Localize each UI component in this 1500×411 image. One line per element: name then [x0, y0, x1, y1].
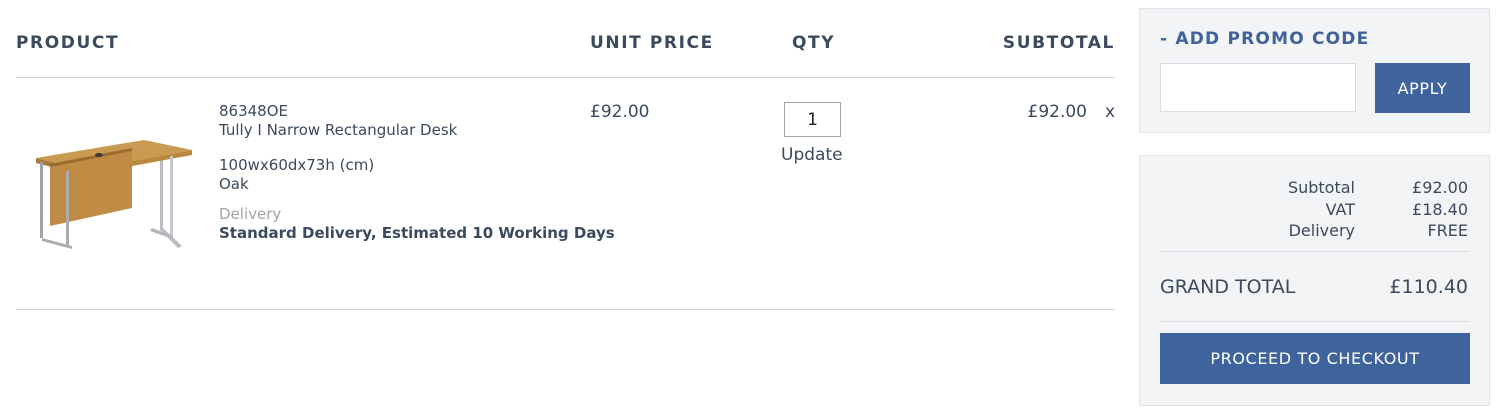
- totals-divider: [1160, 251, 1470, 252]
- vat-label: VAT: [1325, 200, 1355, 219]
- proceed-to-checkout-button[interactable]: PROCEED TO CHECKOUT: [1160, 333, 1470, 384]
- grand-total-value: £110.40: [1389, 276, 1468, 298]
- quantity-input[interactable]: [784, 102, 841, 137]
- cart-item-row: 86348OE Tully I Narrow Rectangular Desk …: [16, 78, 1115, 310]
- grand-total-label: GRAND TOTAL: [1160, 276, 1296, 298]
- delivery-text: Standard Delivery, Estimated 10 Working …: [219, 224, 615, 242]
- unit-price: £92.00: [590, 102, 650, 122]
- promo-code-panel: - ADD PROMO CODE APPLY: [1139, 8, 1490, 133]
- totals-divider: [1160, 321, 1470, 322]
- product-name[interactable]: Tully I Narrow Rectangular Desk: [219, 121, 615, 140]
- item-subtotal: £92.00: [1027, 102, 1087, 122]
- delivery-cost-value: FREE: [1427, 221, 1468, 240]
- apply-promo-button[interactable]: APPLY: [1375, 63, 1470, 113]
- column-header-product: PRODUCT: [16, 33, 120, 53]
- cart-table-header: PRODUCT UNIT PRICE QTY SUBTOTAL: [16, 0, 1115, 78]
- column-header-unit-price: UNIT PRICE: [590, 33, 714, 53]
- product-sku: 86348OE: [219, 102, 289, 120]
- vat-value: £18.40: [1412, 200, 1468, 219]
- promo-code-toggle[interactable]: - ADD PROMO CODE: [1160, 29, 1369, 49]
- promo-code-input[interactable]: [1160, 63, 1356, 112]
- delivery-label: Delivery: [219, 205, 282, 223]
- column-header-subtotal: SUBTOTAL: [1002, 33, 1115, 53]
- remove-item-button[interactable]: x: [1105, 102, 1115, 122]
- subtotal-label: Subtotal: [1287, 178, 1355, 197]
- update-quantity-link[interactable]: Update: [781, 145, 843, 165]
- order-totals-panel: Subtotal £92.00 VAT £18.40 Delivery FREE…: [1139, 155, 1490, 406]
- product-info: 86348OE Tully I Narrow Rectangular Desk …: [219, 102, 615, 243]
- cart-table: PRODUCT UNIT PRICE QTY SUBTOTAL 86348OE …: [16, 0, 1115, 411]
- subtotal-value: £92.00: [1412, 178, 1468, 197]
- product-finish: Oak: [219, 175, 249, 193]
- product-dimensions: 100wx60dx73h (cm): [219, 156, 375, 174]
- delivery-cost-label: Delivery: [1288, 221, 1355, 240]
- column-header-qty: QTY: [792, 33, 836, 53]
- desk-product-image[interactable]: [32, 118, 194, 253]
